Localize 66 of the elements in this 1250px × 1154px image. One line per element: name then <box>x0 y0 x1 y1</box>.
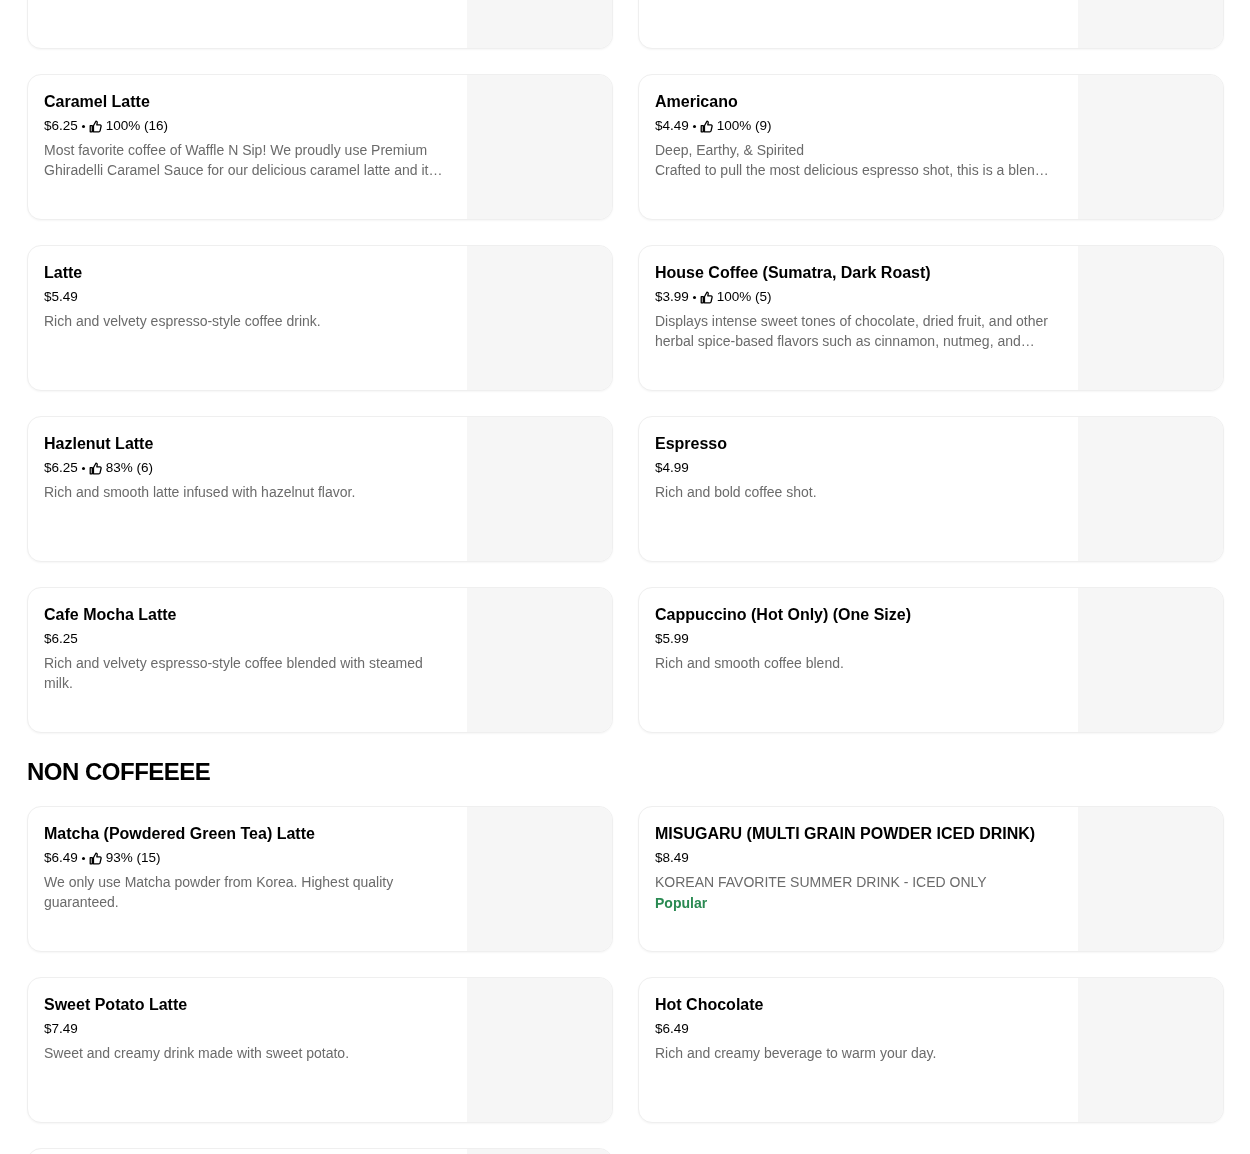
separator-dot <box>81 124 85 128</box>
item-description: Sweet and creamy drink made with sweet potato. <box>44 1044 351 1063</box>
item-description: Rich and creamy beverage to warm your day. <box>655 1044 938 1063</box>
item-name: Sweet Potato Latte <box>44 995 189 1015</box>
popular-label: Popular <box>655 894 709 913</box>
menu-item-card[interactable]: Espresso $4.99 Rich and bold coffee shot. <box>638 416 1224 562</box>
menu-item-card[interactable]: Cappuccino (Hot Only) (One Size) $5.99 Rich and smooth coffee blend. <box>638 587 1224 733</box>
item-name: MISUGARU (MULTI GRAIN POWDER ICED DRINK) <box>655 824 1037 844</box>
menu-item-card[interactable]: Hazlenut Latte $6.25 83% (6) Rich and smooth latte infused with hazelnut flavor. <box>27 416 613 562</box>
thumbs-up-icon <box>699 119 713 133</box>
item-name: Espresso <box>655 434 729 454</box>
item-price: $4.99 <box>655 459 689 477</box>
thumbs-up-icon <box>88 851 102 865</box>
item-name: Matcha (Powdered Green Tea) Latte <box>44 824 316 844</box>
separator-dot <box>692 295 696 299</box>
item-price: $4.49 <box>655 117 689 135</box>
separator-dot <box>692 124 696 128</box>
item-rating: 100% (5) <box>716 288 772 306</box>
thumbs-up-icon <box>88 119 102 133</box>
item-description: Most favorite coffee of Waffle N Sip! We proudly use Premium Ghiradelli Caramel Sauce for our delicious caramel latte and it… <box>44 141 444 180</box>
menu-item-card[interactable]: Americano $4.49 100% (9) Deep, Earthy, & Spirited Crafted to pull the most delicious espresso shot, this is a blen… <box>638 74 1224 220</box>
separator-dot <box>81 466 85 470</box>
thumbs-up-icon <box>88 461 102 475</box>
menu-item-card[interactable]: House Coffee (Sumatra, Dark Roast) $3.99 100% (5) Displays intense sweet tones of chocolate, dried fruit, and other herbal spice-based flavors such as cinnamon, nutmeg, and… <box>638 245 1224 391</box>
item-description: Rich and smooth coffee blend. <box>655 654 845 673</box>
menu-item-card[interactable]: Sweet Potato Latte $7.49 Sweet and creamy drink made with sweet potato. <box>27 977 613 1123</box>
item-name: Cappuccino (Hot Only) (One Size) <box>655 605 912 625</box>
menu-item-card[interactable]: Cafe Mocha Latte $6.25 Rich and velvety espresso-style coffee blended with steamed milk. <box>27 587 613 733</box>
item-description: KOREAN FAVORITE SUMMER DRINK - ICED ONLY <box>655 873 988 892</box>
item-name: House Coffee (Sumatra, Dark Roast) <box>655 263 932 283</box>
menu-item-card[interactable]: Caramel Latte $6.25 100% (16) Most favorite coffee of Waffle N Sip! We proudly use Premium Ghiradelli Caramel Sauce for our delicious caramel latte and it… <box>27 74 613 220</box>
item-price: $7.49 <box>44 1020 78 1038</box>
menu-item-card[interactable]: Matcha (Powdered Green Tea) Latte $6.49 93% (15) We only use Matcha powder from Korea. Highest quality guaranteed. <box>27 806 613 952</box>
item-name: Cafe Mocha Latte <box>44 605 178 625</box>
item-price: $6.49 <box>44 849 78 867</box>
item-name: Americano <box>655 92 739 112</box>
menu-item-card[interactable]: Hot Chocolate $6.49 Rich and creamy beverage to warm your day. <box>638 977 1224 1123</box>
item-rating: 100% (16) <box>105 117 169 135</box>
item-price: $6.25 <box>44 459 78 477</box>
item-price: $6.49 <box>655 1020 689 1038</box>
item-description: Displays intense sweet tones of chocolate, dried fruit, and other herbal spice-based flavors such as cinnamon, nutmeg, and… <box>655 312 1049 351</box>
item-price: $3.99 <box>655 288 689 306</box>
item-description: Deep, Earthy, & Spirited <box>655 141 806 160</box>
section-heading: NON COFFEEEE <box>27 758 212 786</box>
thumbs-up-icon <box>699 290 713 304</box>
item-description: We only use Matcha powder from Korea. Highest quality guaranteed. <box>44 873 395 912</box>
item-description: Rich and bold coffee shot. <box>655 483 818 502</box>
menu-item-card[interactable]: MISUGARU (MULTI GRAIN POWDER ICED DRINK) $8.49 KOREAN FAVORITE SUMMER DRINK - ICED ONLY Popular <box>638 806 1224 952</box>
item-description: Rich and velvety espresso-style coffee drink. <box>44 312 322 331</box>
item-rating: 93% (15) <box>105 849 161 867</box>
item-price: $5.49 <box>44 288 78 306</box>
item-name: Hazlenut Latte <box>44 434 155 454</box>
item-rating: 83% (6) <box>105 459 154 477</box>
item-rating: 100% (9) <box>716 117 772 135</box>
item-name: Caramel Latte <box>44 92 151 112</box>
item-description: Crafted to pull the most delicious espresso shot, this is a blen… <box>655 161 1050 180</box>
item-price: $6.25 <box>44 630 78 648</box>
item-price: $8.49 <box>655 849 689 867</box>
item-name: Hot Chocolate <box>655 995 765 1015</box>
item-description: Rich and velvety espresso-style coffee blended with steamed milk. <box>44 654 424 693</box>
menu-item-card[interactable]: Latte $5.49 Rich and velvety espresso-style coffee drink. <box>27 245 613 391</box>
item-description: Rich and smooth latte infused with hazelnut flavor. <box>44 483 357 502</box>
item-price: $6.25 <box>44 117 78 135</box>
separator-dot <box>81 856 85 860</box>
item-name: Latte <box>44 263 84 283</box>
item-price: $5.99 <box>655 630 689 648</box>
